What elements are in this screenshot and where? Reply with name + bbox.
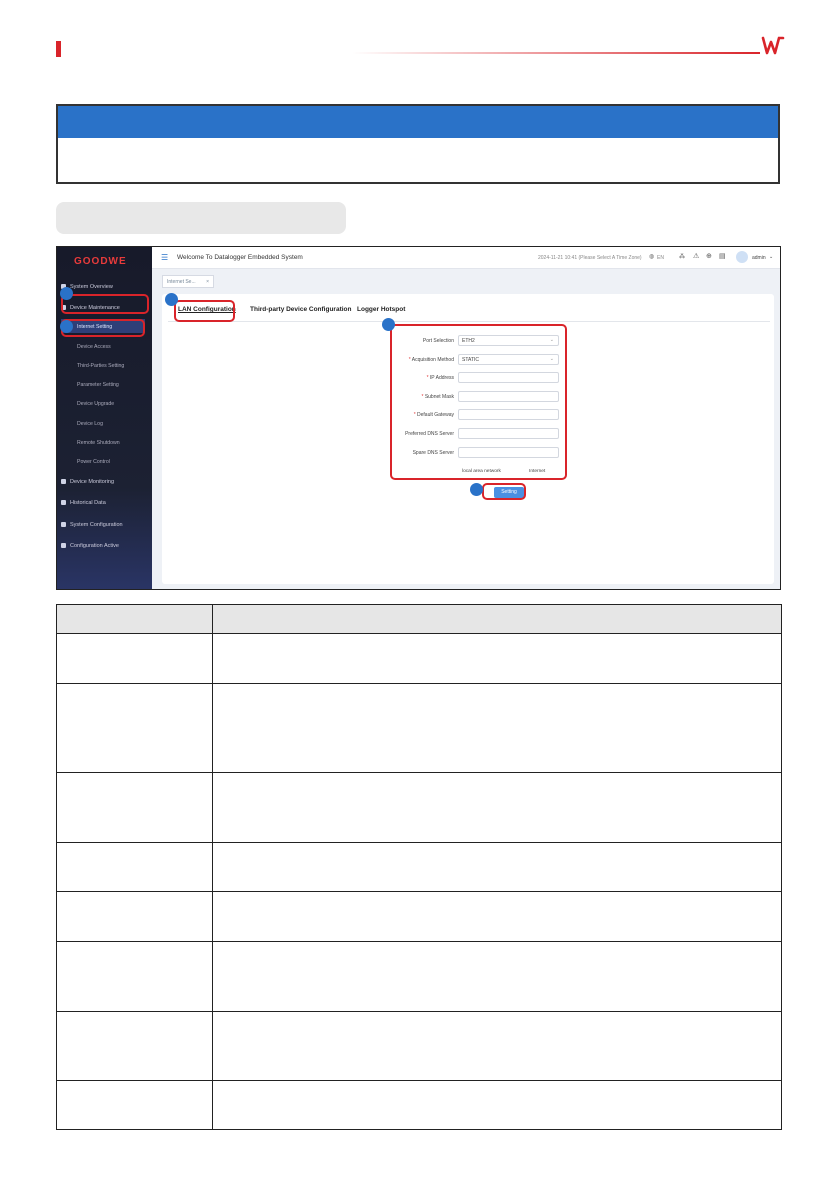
table-cell <box>212 1080 782 1130</box>
table-row <box>56 1011 782 1081</box>
tab-logger-hotspot[interactable]: Logger Hotspot <box>357 306 405 313</box>
highlight-form <box>390 324 567 480</box>
chevron-down-icon[interactable]: ⌄ <box>769 254 773 260</box>
notice-header-bar <box>58 106 778 138</box>
parameter-table <box>56 604 782 1130</box>
step-circle-2 <box>60 320 73 333</box>
table-cell <box>56 1080 213 1130</box>
language-select[interactable]: EN <box>657 255 664 261</box>
table-cell <box>56 633 213 684</box>
sidebar-item-device-upgrade[interactable]: Device Upgrade <box>77 401 114 407</box>
menu-icon[interactable]: ☰ <box>161 253 168 262</box>
config-icon <box>61 543 66 549</box>
sidebar-item-remote-shutdown[interactable]: Remote Shutdown <box>77 440 120 446</box>
step-circle-1 <box>60 287 73 300</box>
sidebar-item-parameter-setting[interactable]: Parameter Setting <box>77 382 119 388</box>
tab-divider <box>168 321 770 322</box>
highlight-lan-configuration <box>174 300 235 322</box>
table-header-cell <box>56 604 213 634</box>
history-icon <box>61 500 66 506</box>
sidebar-item-device-monitoring[interactable]: Device Monitoring <box>61 479 114 485</box>
web-ui-screenshot: GOODWE System Overview Device Maintenanc… <box>56 246 781 590</box>
table-header-row <box>56 604 782 634</box>
table-cell <box>212 891 782 942</box>
sidebar-item-system-configuration[interactable]: System Configuration <box>61 522 123 528</box>
globe-icon[interactable]: ◍ <box>649 253 654 260</box>
table-cell <box>56 842 213 892</box>
notice-box <box>56 104 780 184</box>
highlight-setting-button <box>482 483 526 500</box>
table-row <box>56 1080 782 1130</box>
table-cell <box>56 1011 213 1081</box>
sidebar-item-historical-data[interactable]: Historical Data <box>61 500 106 506</box>
sidebar-item-third-parties-setting[interactable]: Third-Parties Setting <box>77 363 124 369</box>
step-heading-pill <box>56 202 346 234</box>
window-title: Welcome To Datalogger Embedded System <box>177 254 303 261</box>
highlight-internet-setting <box>61 319 145 337</box>
user-menu[interactable]: admin <box>752 255 766 261</box>
header-gradient-line <box>352 52 760 54</box>
table-cell <box>212 772 782 843</box>
table-cell <box>212 633 782 684</box>
table-cell <box>56 683 213 773</box>
sidebar-item-device-log[interactable]: Device Log <box>77 421 103 427</box>
sidebar-item-device-access[interactable]: Device Access <box>77 344 111 350</box>
monitor-icon <box>61 479 66 485</box>
table-row <box>56 683 782 773</box>
tab-third-party-device-configuration[interactable]: Third-party Device Configuration <box>250 306 351 313</box>
step-circle-4 <box>382 318 395 331</box>
signal-icon[interactable]: ⁂ <box>679 253 685 260</box>
table-cell <box>56 891 213 942</box>
datetime-text[interactable]: 2024-11-21 10:41 (Please Select A Time Z… <box>538 255 642 261</box>
table-cell <box>56 772 213 843</box>
table-cell <box>212 941 782 1012</box>
table-cell <box>212 1011 782 1081</box>
tab-strip: Internet Se... × <box>152 271 780 289</box>
step-circle-5 <box>470 483 483 496</box>
table-row <box>56 891 782 942</box>
table-row <box>56 772 782 843</box>
brand-logo: GOODWE <box>74 256 127 267</box>
goodwe-logo-icon <box>761 36 785 55</box>
highlight-device-maintenance <box>61 294 149 314</box>
avatar[interactable] <box>736 251 748 263</box>
document-icon[interactable]: ▤ <box>719 252 726 260</box>
table-cell <box>212 683 782 773</box>
table-cell <box>56 941 213 1012</box>
tab-internet-setting[interactable]: Internet Se... × <box>162 275 214 288</box>
gear-icon <box>61 522 66 528</box>
settings-icon[interactable]: ⊕ <box>706 252 712 260</box>
close-icon[interactable]: × <box>206 279 209 285</box>
alarm-icon[interactable]: ⚠ <box>693 252 699 260</box>
table-cell <box>212 842 782 892</box>
table-header-cell <box>212 604 782 634</box>
table-row <box>56 842 782 892</box>
step-circle-3 <box>165 293 178 306</box>
table-row <box>56 941 782 1012</box>
table-row <box>56 633 782 684</box>
top-bar: ☰ Welcome To Datalogger Embedded System … <box>152 247 780 269</box>
header-red-mark <box>56 41 61 57</box>
sidebar-item-power-control[interactable]: Power Control <box>77 459 110 465</box>
sidebar-item-configuration-active[interactable]: Configuration Active <box>61 543 119 549</box>
